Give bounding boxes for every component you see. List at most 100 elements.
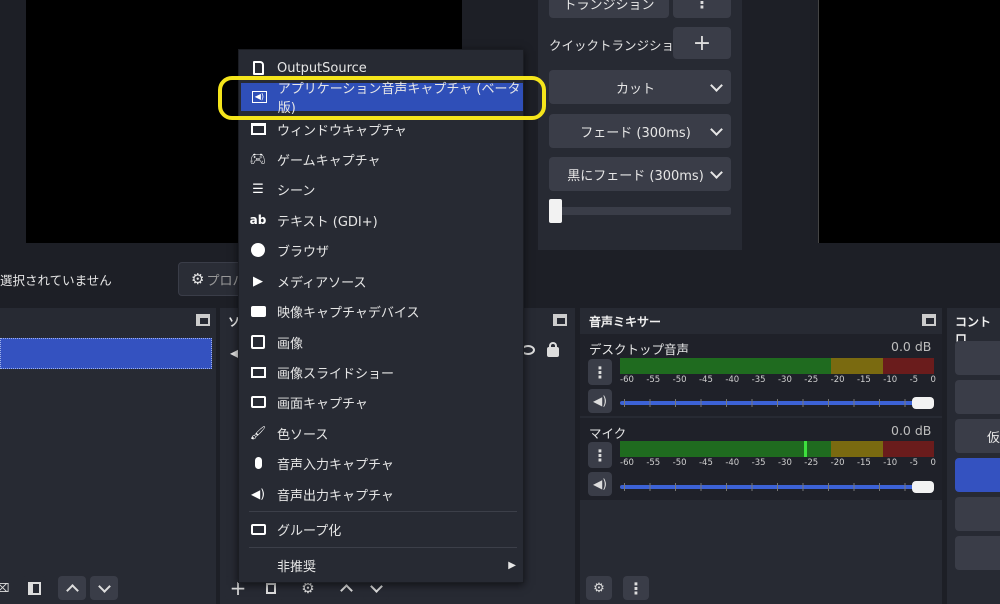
add-quick-transition-button[interactable]: + — [673, 27, 731, 59]
quick-transition-fade-black-label: 黒にフェード (300ms) — [567, 168, 704, 184]
trash-icon — [266, 582, 276, 594]
menu-item-text-gdi[interactable]: ab テキスト (GDI+) — [239, 205, 524, 235]
menu-item-video-capture-device[interactable]: 映像キャプチャデバイス — [239, 296, 524, 326]
scale-tick-label: -45 — [698, 375, 713, 385]
speaker-icon: ◀) — [593, 477, 607, 491]
menu-item-browser[interactable]: ブラウザ — [239, 235, 524, 265]
chevron-down-icon — [710, 78, 723, 92]
menu-item-game-capture[interactable]: 🎮︎ ゲームキャプチャ — [239, 144, 524, 174]
scale-tick-label: -50 — [672, 375, 687, 385]
quick-transition-fade-label: フェード (300ms) — [580, 125, 691, 141]
chevron-up-icon — [339, 583, 353, 597]
lock-shackle-icon — [549, 342, 557, 350]
mute-button-desktop[interactable]: ◀) — [588, 389, 612, 413]
menu-item-image-slideshow[interactable]: 画像スライドショー — [239, 357, 524, 387]
scale-tick-label: -10 — [883, 375, 898, 385]
volume-slider-knob-mic[interactable] — [912, 481, 934, 493]
transition-button[interactable]: トランジション — [549, 0, 669, 18]
volume-slider-knob-desktop[interactable] — [912, 397, 934, 409]
mixer-settings-button[interactable]: ⚙ — [586, 576, 612, 600]
scale-tick-label: -5 — [909, 458, 919, 468]
audio-mixer-title: 音声ミキサー — [589, 315, 662, 329]
menu-item-scene[interactable]: ☰ シーン — [239, 174, 524, 204]
scene-move-up-button[interactable] — [58, 576, 86, 600]
chevron-right-icon: ▶ — [508, 559, 516, 571]
scale-tick-label: -45 — [698, 458, 713, 468]
menu-item-label: 音声出力キャプチャ — [277, 488, 394, 504]
controls-button-1[interactable] — [955, 341, 1000, 375]
window-icon — [247, 123, 269, 135]
plus-icon: + — [692, 30, 712, 56]
scale-tick-label: -30 — [777, 375, 792, 385]
menu-item-label: テキスト (GDI+) — [277, 214, 378, 230]
scale-tick-label: -30 — [777, 458, 792, 468]
menu-item-label: 画像スライドショー — [277, 366, 395, 382]
vertical-dots-icon: ⋮ — [592, 445, 608, 465]
controls-button-virtual[interactable]: 仮 — [955, 419, 1000, 453]
scale-tick-label: -40 — [725, 458, 740, 468]
mute-button-mic[interactable]: ◀) — [588, 472, 612, 496]
quick-transition-fade-black[interactable]: 黒にフェード (300ms) — [549, 157, 731, 191]
scene-list-item-selected[interactable] — [0, 338, 212, 369]
scale-tick-label: -35 — [751, 458, 766, 468]
mixer-menu-button[interactable]: ⋮ — [623, 576, 649, 600]
transition-slider-handle[interactable] — [549, 199, 562, 223]
menu-item-group[interactable]: グループ化 — [239, 514, 524, 544]
controls-button-virtual-label: 仮 — [987, 430, 1000, 446]
controls-button-2[interactable] — [955, 380, 1000, 414]
menu-item-label: 色ソース — [277, 427, 329, 443]
menu-item-label: 非推奨 — [277, 559, 317, 575]
menu-item-image[interactable]: 画像 — [239, 327, 524, 357]
transition-more-button[interactable]: ⋮ — [673, 0, 731, 18]
controls-button-studio[interactable] — [955, 458, 1000, 492]
speaker-icon: ◀) — [593, 394, 607, 408]
scale-tick-label: -60 — [620, 375, 634, 385]
controls-button-5[interactable] — [955, 497, 1000, 531]
speaker-icon: ◀) — [251, 487, 265, 501]
text-ab-icon: ab — [249, 213, 267, 227]
camera-icon — [247, 305, 269, 317]
play-icon: ▶ — [253, 273, 263, 289]
vertical-dots-icon: ⋮ — [628, 578, 644, 598]
scale-tick-label: -55 — [646, 458, 661, 468]
scale-tick-label: -50 — [672, 458, 687, 468]
menu-item-label: ブラウザ — [277, 244, 330, 260]
menu-item-label: ウィンドウキャプチャ — [277, 123, 407, 139]
float-icon[interactable] — [553, 314, 567, 326]
menu-item-audio-output-capture[interactable]: ◀) 音声出力キャプチャ — [239, 479, 524, 509]
float-icon[interactable] — [196, 314, 210, 326]
channel-menu-button-desktop[interactable]: ⋮ — [588, 359, 612, 385]
quick-transition-cut[interactable]: カット — [549, 70, 731, 104]
menu-separator — [249, 511, 517, 512]
quick-transition-cut-label: カット — [615, 81, 655, 97]
menu-item-label: 音声入力キャプチャ — [277, 457, 394, 473]
quick-transition-fade[interactable]: フェード (300ms) — [549, 114, 731, 148]
menu-item-media-source[interactable]: ▶ メディアソース — [239, 266, 524, 296]
menu-item-audio-input-capture[interactable]: 音声入力キャプチャ — [239, 448, 524, 478]
menu-item-deprecated[interactable]: 非推奨 ▶ — [239, 550, 524, 580]
channel-level-desktop: 0.0 dB — [891, 339, 932, 354]
brush-icon: 🖌︎ — [249, 425, 267, 441]
image-icon — [247, 335, 269, 349]
float-icon[interactable] — [922, 314, 936, 326]
folder-icon — [247, 523, 269, 535]
scene-move-down-button[interactable] — [90, 576, 118, 600]
gears-icon: ⚙ — [593, 580, 605, 596]
scene-filter-button[interactable] — [22, 576, 46, 600]
menu-item-label: 画像 — [277, 336, 304, 352]
controls-button-6[interactable] — [955, 536, 1000, 570]
scene-remove-button[interactable]: ⌫ — [0, 576, 10, 600]
meter-scale-mic: -60 -55 -50 -45 -40 -35 -30 -25 -20 -15 -10 -5 0 — [620, 458, 936, 468]
channel-menu-button-mic[interactable]: ⋮ — [588, 442, 612, 468]
menu-item-color-source[interactable]: 🖌︎ 色ソース — [239, 418, 524, 448]
globe-icon — [247, 243, 269, 257]
channel-level-mic: 0.0 dB — [891, 423, 932, 438]
menu-item-label: 映像キャプチャデバイス — [277, 305, 420, 321]
add-source-context-menu: OutputSource ◀) アプリケーション音声キャプチャ (ベータ版) ウィ… — [238, 49, 524, 583]
menu-item-display-capture[interactable]: 画面キャプチャ — [239, 387, 524, 417]
menu-item-label: グループ化 — [277, 523, 342, 539]
transition-slider-track[interactable] — [549, 207, 731, 215]
menu-item-label: シーン — [277, 183, 316, 199]
volume-slider-ticks-mic — [624, 483, 930, 491]
scale-tick-label: -25 — [804, 375, 819, 385]
